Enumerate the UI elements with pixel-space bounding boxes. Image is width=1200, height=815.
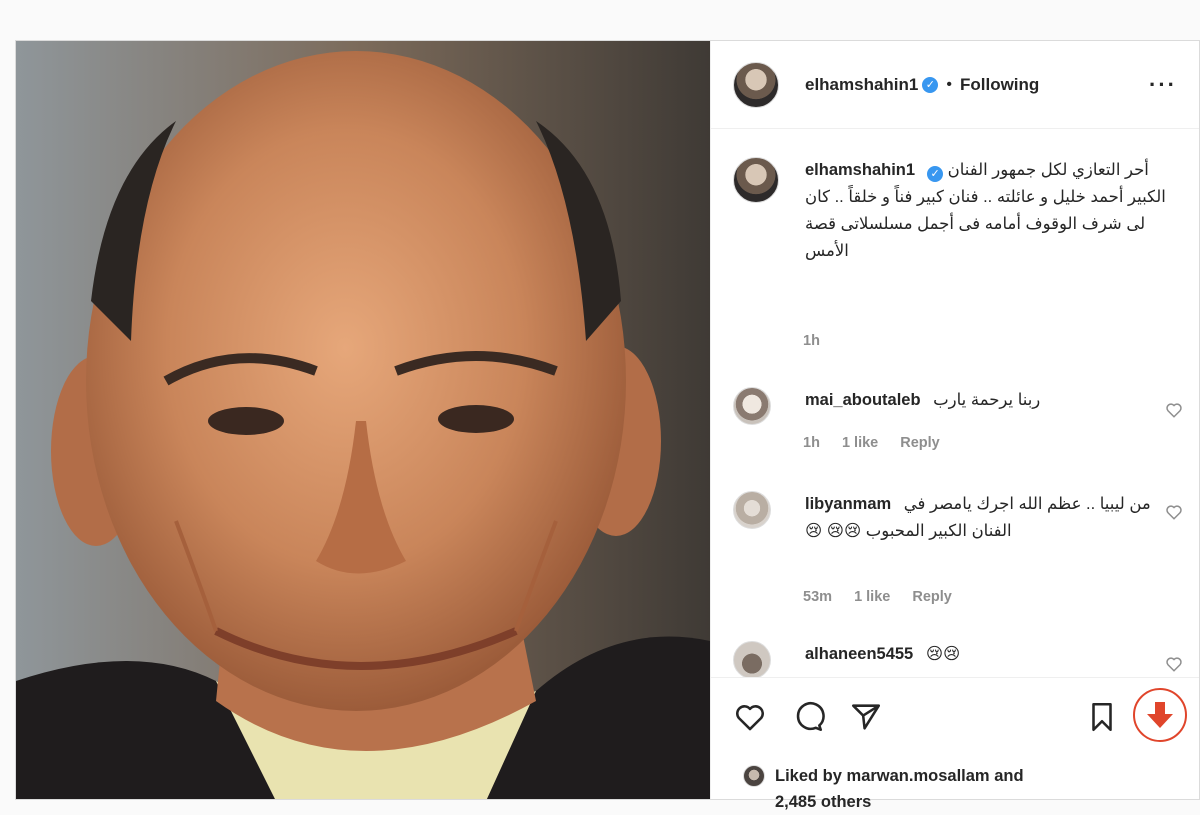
likes-prefix: Liked by (775, 767, 842, 785)
verified-badge-icon: ✓ (922, 76, 939, 93)
comment-time[interactable]: 1h (803, 435, 820, 451)
comment-row: mai_aboutaleb ربنا يرحمة يارب (733, 387, 1183, 425)
author-block: elhamshahin1 ✓ • Following (805, 75, 1039, 95)
comment-body: mai_aboutaleb ربنا يرحمة يارب (805, 387, 1183, 425)
commenter-username[interactable]: libyanmam (805, 495, 891, 513)
comment-meta: 1h 1 like Reply (803, 435, 958, 451)
likes-and: and (994, 767, 1024, 785)
post-header: elhamshahin1 ✓ • Following ··· (711, 41, 1199, 129)
commenter-username[interactable]: mai_aboutaleb (805, 391, 921, 409)
reply-button[interactable]: Reply (912, 589, 952, 605)
instagram-post: elhamshahin1 ✓ • Following ··· elhamshah… (15, 40, 1200, 811)
comment-row: alhaneen5455 😢😢 (733, 641, 1183, 677)
commenter-avatar[interactable] (733, 491, 771, 529)
separator-dot: • (946, 75, 952, 93)
likes-others-count[interactable]: 2,485 others (775, 793, 871, 811)
paper-plane-icon[interactable] (849, 700, 883, 734)
post-side-panel: elhamshahin1 ✓ • Following ··· elhamshah… (710, 41, 1199, 811)
caption-username[interactable]: elhamshahin1 (805, 161, 915, 179)
comment-like-heart-icon[interactable] (1165, 655, 1183, 673)
following-button[interactable]: Following (960, 75, 1039, 95)
heart-icon[interactable] (733, 700, 767, 734)
comment-icon[interactable] (791, 700, 825, 734)
comment-text: 😢😢 (925, 645, 961, 663)
commenter-avatar[interactable] (733, 387, 771, 425)
reply-button[interactable]: Reply (900, 435, 940, 451)
comment-likes[interactable]: 1 like (842, 435, 878, 451)
author-username[interactable]: elhamshahin1 (805, 75, 918, 95)
comment-body: libyanmam من ليبيا .. عظم الله اجرك يامص… (805, 491, 1183, 545)
comments-list[interactable]: elhamshahin1 ✓ أحر التعازي لكل جمهور الفن… (711, 129, 1199, 677)
comment-text: ربنا يرحمة يارب (933, 391, 1041, 409)
caption-avatar[interactable] (733, 157, 779, 203)
caption-time[interactable]: 1h (803, 333, 820, 349)
download-arrow-icon[interactable] (1133, 688, 1187, 742)
caption-row: elhamshahin1 ✓ أحر التعازي لكل جمهور الفن… (733, 157, 1183, 265)
liker-avatar[interactable] (743, 765, 765, 787)
author-avatar[interactable] (733, 61, 779, 108)
commenter-avatar[interactable] (733, 641, 771, 677)
likes-text: Liked by marwan.mosallam and 2,485 other… (775, 763, 1024, 815)
caption-text-block: elhamshahin1 ✓ أحر التعازي لكل جمهور الفن… (805, 157, 1183, 265)
comment-like-heart-icon[interactable] (1165, 401, 1183, 419)
comment-likes[interactable]: 1 like (854, 589, 890, 605)
likes-summary: Liked by marwan.mosallam and 2,485 other… (743, 763, 1179, 815)
caption-meta: 1h (803, 333, 838, 349)
action-bar (711, 677, 1199, 754)
more-options-icon[interactable]: ··· (1149, 72, 1177, 98)
comment-like-heart-icon[interactable] (1165, 503, 1183, 521)
download-arrow-glyph (1147, 702, 1173, 728)
comment-body: alhaneen5455 😢😢 (805, 641, 1183, 677)
liker-username[interactable]: marwan.mosallam (847, 767, 990, 785)
commenter-username[interactable]: alhaneen5455 (805, 645, 913, 663)
verified-badge-icon: ✓ (927, 166, 944, 182)
comment-meta: 53m 1 like Reply (803, 589, 970, 605)
post-photo[interactable] (16, 41, 710, 799)
bookmark-icon[interactable] (1085, 700, 1119, 734)
comment-row: libyanmam من ليبيا .. عظم الله اجرك يامص… (733, 491, 1183, 545)
portrait-image (16, 41, 710, 799)
comment-time[interactable]: 53m (803, 589, 832, 605)
